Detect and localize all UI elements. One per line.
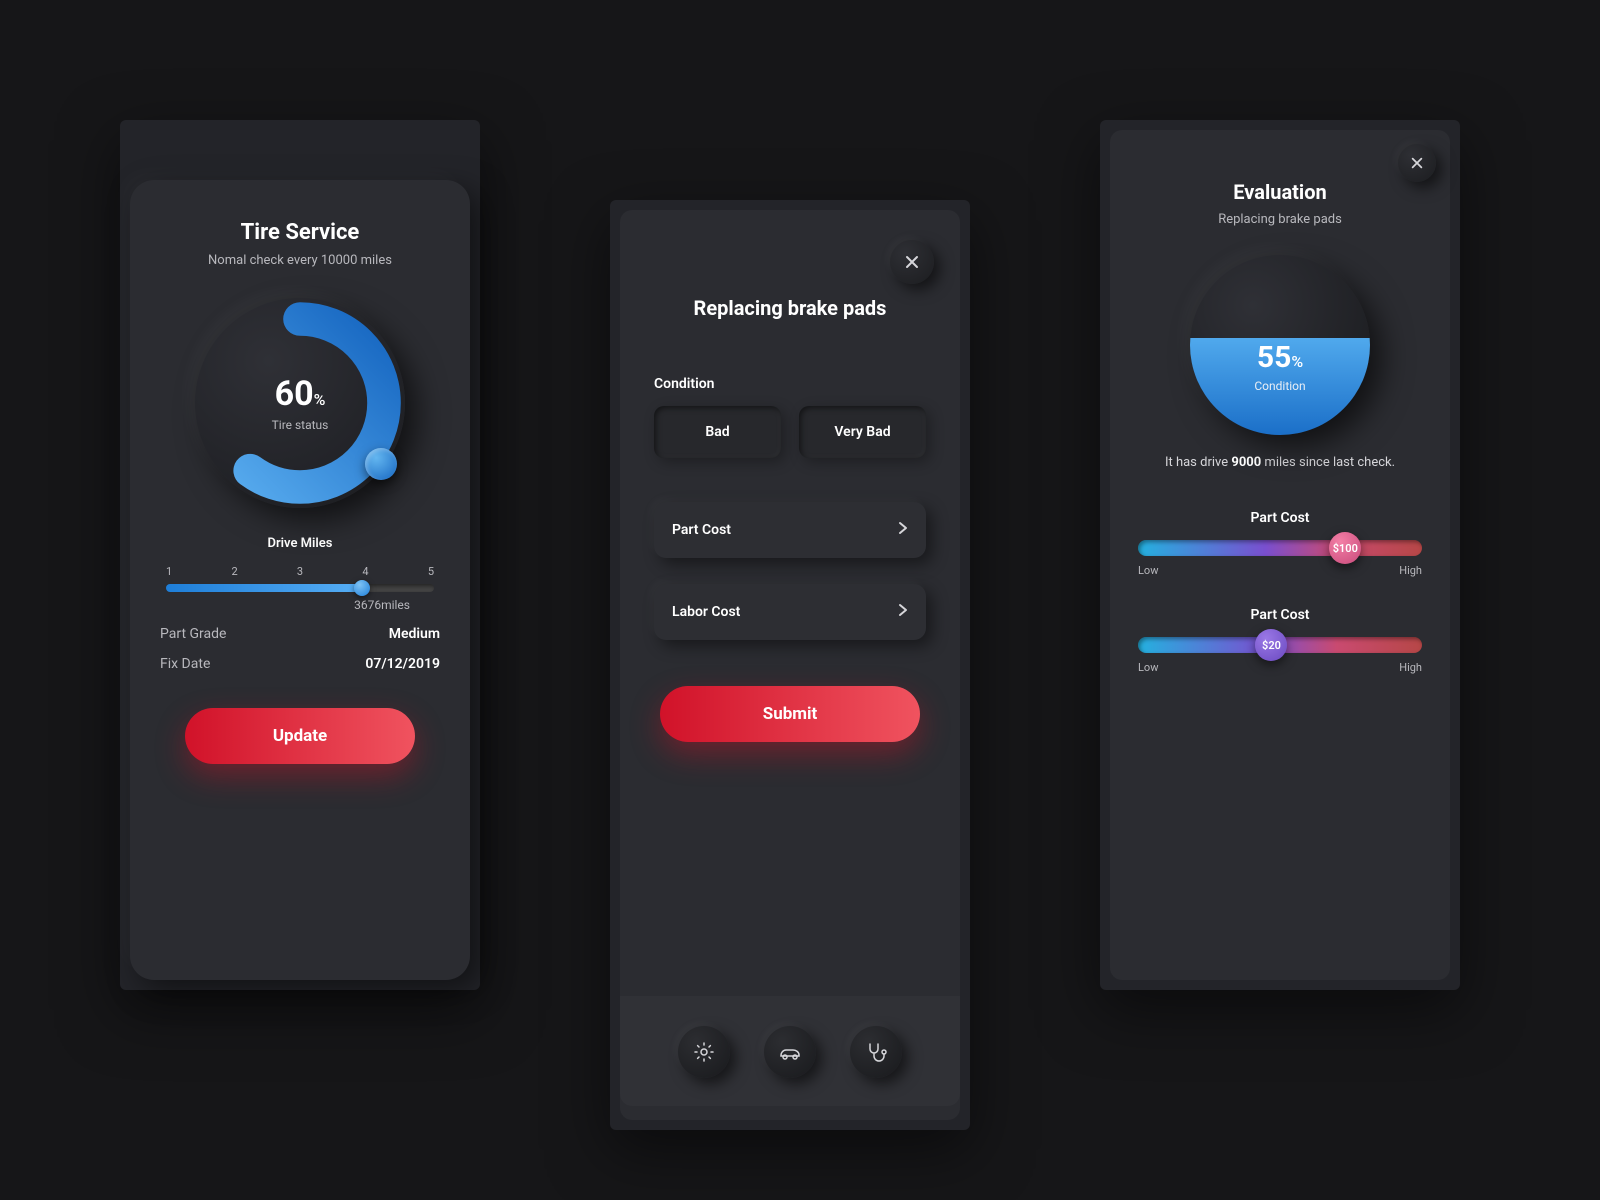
gauge-label: Condition xyxy=(1254,379,1305,393)
condition-bad-button[interactable]: Bad xyxy=(654,406,781,458)
close-button[interactable] xyxy=(1398,144,1436,182)
chevron-right-icon xyxy=(898,521,908,539)
card: Tire Service Nomal check every 10000 mil… xyxy=(130,180,470,980)
row-label: Labor Cost xyxy=(672,604,740,620)
part-cost-slider-2[interactable]: $20 xyxy=(1138,637,1422,653)
page-title: Tire Service xyxy=(160,220,440,245)
gear-icon xyxy=(692,1040,716,1064)
gauge-value: 55 xyxy=(1257,340,1291,375)
page-subtitle: Replacing brake pads xyxy=(1110,212,1450,227)
row-part-grade: Part Grade Medium xyxy=(160,626,440,642)
submit-button[interactable]: Submit xyxy=(660,686,920,742)
screen-replace-brake-pads: Replacing brake pads Condition Bad Very … xyxy=(610,200,970,1130)
nav-settings[interactable] xyxy=(678,1026,730,1078)
chevron-right-icon xyxy=(898,603,908,621)
card: Evaluation Replacing brake pads 55% Cond… xyxy=(1110,130,1450,980)
car-icon xyxy=(777,1040,803,1064)
page-subtitle: Nomal check every 10000 miles xyxy=(160,253,440,268)
low-label: Low xyxy=(1138,661,1158,674)
page-title: Replacing brake pads xyxy=(620,296,960,320)
nav-diagnostics[interactable] xyxy=(850,1026,902,1078)
row-fix-date: Fix Date 07/12/2019 xyxy=(160,656,440,672)
condition-very-bad-button[interactable]: Very Bad xyxy=(799,406,926,458)
slider-thumb[interactable] xyxy=(354,580,370,596)
close-button[interactable] xyxy=(890,240,934,284)
slider-title: Part Cost xyxy=(1138,510,1422,526)
high-label: High xyxy=(1399,661,1422,674)
close-icon xyxy=(1410,156,1424,170)
condition-gauge: 55% Condition xyxy=(1190,255,1370,435)
gauge-handle[interactable] xyxy=(365,448,397,480)
row-label: Part Cost xyxy=(672,522,731,538)
miles-readout: 3676miles xyxy=(160,598,440,612)
gauge-pct: % xyxy=(1291,352,1303,371)
stethoscope-icon xyxy=(864,1040,888,1064)
bottom-nav xyxy=(620,996,960,1106)
card: Replacing brake pads Condition Bad Very … xyxy=(620,210,960,1120)
slider-fill xyxy=(166,584,362,592)
update-button[interactable]: Update xyxy=(185,708,415,764)
slider-thumb[interactable]: $20 xyxy=(1255,629,1287,661)
slider-track[interactable] xyxy=(166,584,434,592)
part-cost-slider[interactable]: $100 xyxy=(1138,540,1422,556)
part-cost-row[interactable]: Part Cost xyxy=(654,502,926,558)
drive-miles-label: Drive Miles xyxy=(160,536,440,551)
gauge-pct: % xyxy=(314,390,326,409)
screen-evaluation: Evaluation Replacing brake pads 55% Cond… xyxy=(1100,120,1460,990)
gauge-center: 60% Tire status xyxy=(233,336,367,470)
tire-status-gauge[interactable]: 60% Tire status xyxy=(195,298,405,508)
high-label: High xyxy=(1399,564,1422,577)
slider-ticks: 1 2 3 4 5 xyxy=(166,565,434,578)
gauge-label: Tire status xyxy=(272,418,329,432)
screen-tire-service: Tire Service Nomal check every 10000 mil… xyxy=(120,120,480,990)
part-cost-block: Part Cost $100 Low High xyxy=(1138,510,1422,577)
miles-note: It has drive 9000 miles since last check… xyxy=(1110,455,1450,470)
slider-title: Part Cost xyxy=(1138,607,1422,623)
low-label: Low xyxy=(1138,564,1158,577)
slider-thumb[interactable]: $100 xyxy=(1329,532,1361,564)
condition-label: Condition xyxy=(654,376,926,392)
page-title: Evaluation xyxy=(1110,180,1450,204)
close-icon xyxy=(904,254,920,270)
labor-cost-row[interactable]: Labor Cost xyxy=(654,584,926,640)
nav-car[interactable] xyxy=(764,1026,816,1078)
part-cost-block-2: Part Cost $20 Low High xyxy=(1138,607,1422,674)
drive-miles-slider[interactable]: 1 2 3 4 5 xyxy=(166,565,434,592)
condition-options: Bad Very Bad xyxy=(654,406,926,458)
gauge-value: 60 xyxy=(275,374,314,414)
